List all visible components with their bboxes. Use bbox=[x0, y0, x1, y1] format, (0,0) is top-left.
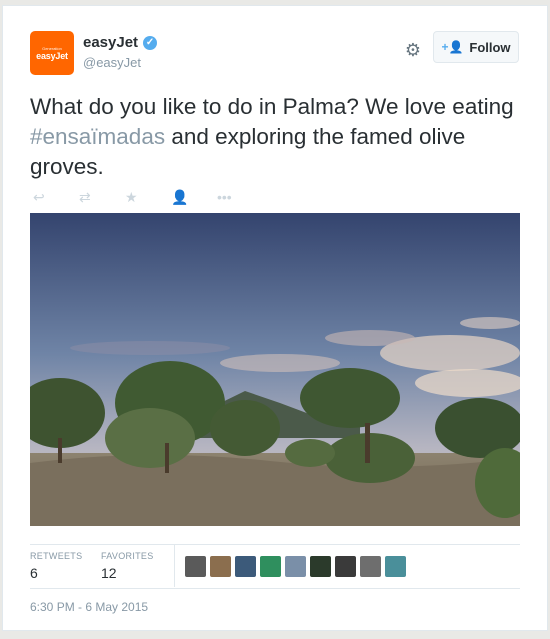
favoriter-avatar[interactable] bbox=[260, 556, 281, 577]
more-icon[interactable]: ••• bbox=[217, 188, 263, 206]
favoriter-avatar[interactable] bbox=[360, 556, 381, 577]
favoriter-avatar[interactable] bbox=[285, 556, 306, 577]
reply-icon[interactable]: ↩ bbox=[33, 188, 79, 206]
stats-bottom-divider bbox=[30, 588, 520, 589]
favoriter-avatar[interactable] bbox=[310, 556, 331, 577]
favoriter-avatar[interactable] bbox=[210, 556, 231, 577]
favoriter-avatar[interactable] bbox=[385, 556, 406, 577]
favorites-stat[interactable]: FAVORITES 12 bbox=[101, 551, 154, 581]
stats-separator bbox=[174, 545, 175, 587]
retweets-count: 6 bbox=[30, 565, 38, 581]
favorites-label: FAVORITES bbox=[101, 551, 154, 561]
gear-icon[interactable]: ⚙ bbox=[403, 40, 423, 60]
favoriter-avatar[interactable] bbox=[335, 556, 356, 577]
retweets-label: RETWEETS bbox=[30, 551, 83, 561]
favoriter-avatar[interactable] bbox=[235, 556, 256, 577]
account-name-label: easyJet bbox=[83, 34, 139, 51]
follow-label: Follow bbox=[469, 39, 511, 55]
easyjet-avatar[interactable]: Generation easyJet bbox=[30, 31, 74, 75]
olive-grove-landscape-image bbox=[30, 213, 520, 526]
verified-badge-icon: ✓ bbox=[143, 35, 158, 50]
tweet-timestamp[interactable]: 6:30 PM - 6 May 2015 bbox=[30, 600, 148, 614]
favoriter-avatars bbox=[185, 556, 406, 577]
follow-user-plus-icon: +👤 bbox=[441, 40, 464, 54]
retweets-stat[interactable]: RETWEETS 6 bbox=[30, 551, 82, 581]
follow-user-icon[interactable]: 👤 bbox=[171, 188, 217, 206]
retweet-icon[interactable]: ⇄ bbox=[79, 188, 125, 206]
favorite-icon[interactable]: ★ bbox=[125, 188, 171, 206]
hashtag-link[interactable]: #ensaïmadas bbox=[30, 124, 165, 149]
logo-brand: easyJet bbox=[36, 50, 68, 61]
favorites-count: 12 bbox=[101, 565, 117, 581]
account-name[interactable]: easyJet ✓ bbox=[83, 34, 158, 51]
stats-top-divider bbox=[30, 544, 520, 545]
logo-tagline: Generation bbox=[42, 45, 62, 51]
account-handle[interactable]: @easyJet bbox=[83, 55, 141, 70]
tweet-text: What do you like to do in Palma? We love… bbox=[30, 92, 520, 182]
tweet-action-bar: ↩ ⇄ ★ 👤 ••• bbox=[33, 188, 263, 206]
tweet-photo[interactable] bbox=[30, 213, 520, 526]
tweet-text-part-1: What do you like to do in Palma? We love… bbox=[30, 94, 514, 119]
favoriter-avatar[interactable] bbox=[185, 556, 206, 577]
follow-button[interactable]: +👤 Follow bbox=[433, 31, 519, 63]
tweet-card: Generation easyJet easyJet ✓ @easyJet ⚙ … bbox=[3, 6, 547, 630]
